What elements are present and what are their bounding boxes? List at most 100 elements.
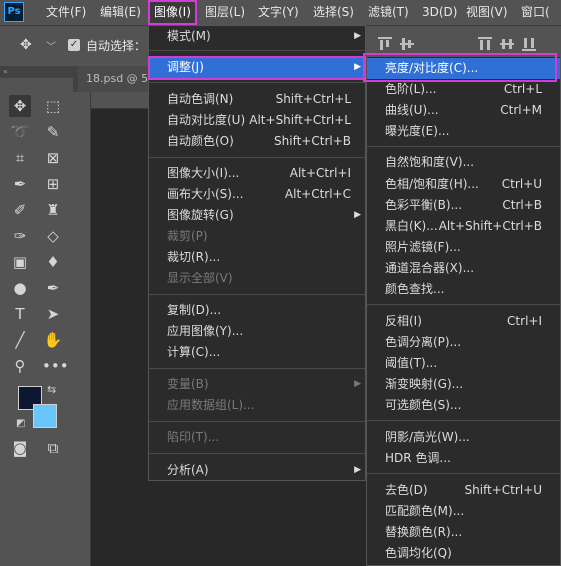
dodge-tool-icon[interactable]: ● — [9, 277, 31, 299]
menu-item-crop: 裁剪(P) — [167, 229, 208, 243]
menu-layer[interactable]: 图层(L) — [205, 0, 245, 25]
image-menu-dropdown: 模式(M) ▶ 调整(J) ▶ 自动色调(N) Shift+Ctrl+L 自动对比度(… — [148, 25, 366, 481]
align-vertical-center-icon[interactable] — [400, 37, 414, 51]
menu-select[interactable]: 选择(S) — [313, 0, 354, 25]
submenu-item-color-balance[interactable]: 色彩平衡(B)... Ctrl+B — [367, 195, 560, 216]
chevron-right-icon: ▶ — [354, 62, 361, 72]
menu-item-trap: 陷印(T)... — [167, 430, 220, 444]
path-selection-tool-icon[interactable]: ➤ — [42, 303, 64, 325]
menu-item-auto-color[interactable]: 自动颜色(O) Shift+Ctrl+B — [149, 131, 365, 152]
menu-filter[interactable]: 滤镜(T) — [368, 0, 409, 25]
history-brush-tool-icon[interactable]: ✑ — [9, 225, 31, 247]
more-tools-icon[interactable]: ••• — [42, 355, 69, 377]
submenu-item-color-lookup[interactable]: 颜色查找... — [367, 279, 560, 300]
menu-item-auto-tone[interactable]: 自动色调(N) Shift+Ctrl+L — [149, 89, 365, 110]
submenu-item-brightness-contrast[interactable]: 亮度/对比度(C)... — [367, 58, 560, 79]
submenu-item-desaturate[interactable]: 去色(D) Shift+Ctrl+U — [367, 480, 560, 501]
background-color-swatch[interactable] — [33, 404, 57, 428]
submenu-item-curves[interactable]: 曲线(U)... Ctrl+M — [367, 100, 560, 121]
menu-3d[interactable]: 3D(D) — [422, 0, 457, 25]
submenu-item-match-color[interactable]: 匹配颜色(M)... — [367, 501, 560, 522]
menu-separator — [149, 82, 365, 83]
align-top-icon[interactable] — [378, 37, 392, 51]
collapse-panel-icon[interactable]: « — [0, 66, 73, 78]
auto-select-label: 自动选择： — [86, 39, 147, 53]
submenu-item-black-white[interactable]: 黑白(K)... Alt+Shift+Ctrl+B — [367, 216, 560, 237]
crop-tool-icon[interactable]: ⌗ — [9, 147, 31, 169]
menu-item-image-size[interactable]: 图像大小(I)... Alt+Ctrl+I — [149, 163, 365, 184]
submenu-item-replace-color[interactable]: 替换颜色(R)... — [367, 522, 560, 543]
chevron-right-icon: ▶ — [354, 31, 361, 41]
submenu-item-selective-color[interactable]: 可选颜色(S)... — [367, 395, 560, 416]
menu-separator — [149, 157, 365, 158]
menu-type[interactable]: 文字(Y) — [258, 0, 299, 25]
submenu-item-vibrance[interactable]: 自然饱和度(V)... — [367, 152, 560, 173]
menu-edit[interactable]: 编辑(E) — [100, 0, 141, 25]
quick-selection-tool-icon[interactable]: ✎ — [42, 121, 64, 143]
menu-item-calculations[interactable]: 计算(C)... — [149, 342, 365, 363]
menu-separator — [367, 304, 560, 305]
menu-separator — [149, 294, 365, 295]
submenu-item-levels[interactable]: 色阶(L)... Ctrl+L — [367, 79, 560, 100]
menu-item-mode[interactable]: 模式(M) ▶ — [149, 26, 365, 47]
menu-item-duplicate[interactable]: 复制(D)... — [149, 300, 365, 321]
screen-mode-icon[interactable]: ⧉ — [42, 437, 64, 459]
frame-tool-icon[interactable]: ⊠ — [42, 147, 64, 169]
submenu-item-exposure[interactable]: 曝光度(E)... — [367, 121, 560, 142]
move-tool-icon[interactable]: ✥ — [9, 95, 31, 117]
distribute-bottom-icon[interactable] — [522, 37, 536, 51]
hand-tool-icon[interactable]: ✋ — [42, 329, 64, 351]
line-tool-icon[interactable]: ╱ — [9, 329, 31, 351]
quick-mask-icon[interactable]: ◙ — [9, 437, 31, 459]
chevron-right-icon: ▶ — [354, 465, 361, 475]
menu-item-apply-image[interactable]: 应用图像(Y)... — [149, 321, 365, 342]
submenu-item-posterize[interactable]: 色调分离(P)... — [367, 332, 560, 353]
eyedropper-tool-icon[interactable]: ✒ — [9, 173, 31, 195]
lasso-tool-icon[interactable]: ➰ — [9, 121, 31, 143]
chevron-right-icon: ▶ — [354, 210, 361, 220]
menu-item-canvas-size[interactable]: 画布大小(S)... Alt+Ctrl+C — [149, 184, 365, 205]
auto-select-checkbox[interactable]: ✓ — [68, 39, 80, 51]
menu-view[interactable]: 视图(V) — [466, 0, 508, 25]
adjust-submenu: 亮度/对比度(C)... 色阶(L)... Ctrl+L 曲线(U)... Ctrl… — [366, 56, 561, 566]
move-tool-preset-icon[interactable]: ✥ — [20, 37, 32, 53]
type-tool-icon[interactable]: T — [9, 303, 31, 325]
default-colors-icon[interactable]: ◩ — [16, 418, 25, 429]
menu-item-auto-contrast[interactable]: 自动对比度(U) Alt+Shift+Ctrl+L — [149, 110, 365, 131]
pen-tool-icon[interactable]: ✒ — [42, 277, 64, 299]
menu-item-analysis[interactable]: 分析(A) ▶ — [149, 460, 365, 481]
document-tab[interactable]: 18.psd @ 5 — [78, 66, 150, 92]
distribute-top-icon[interactable] — [478, 37, 492, 51]
distribute-center-icon[interactable] — [500, 37, 514, 51]
eraser-tool-icon[interactable]: ◇ — [42, 225, 64, 247]
gradient-tool-icon[interactable]: ▣ — [9, 251, 31, 273]
menu-item-variables: 变量(B) ▶ — [149, 374, 365, 395]
zoom-tool-icon[interactable]: ⚲ — [9, 355, 31, 377]
menu-item-image-rotation[interactable]: 图像旋转(G) ▶ — [149, 205, 365, 226]
menu-separator — [149, 421, 365, 422]
spot-healing-tool-icon[interactable]: ⊞ — [42, 173, 64, 195]
menu-image[interactable]: 图像(I) — [148, 0, 197, 25]
menu-item-adjust[interactable]: 调整(J) ▶ — [149, 57, 365, 78]
submenu-item-gradient-map[interactable]: 渐变映射(G)... — [367, 374, 560, 395]
chevron-down-icon[interactable]: ﹀ — [46, 38, 56, 53]
clone-stamp-tool-icon[interactable]: ♜ — [42, 199, 64, 221]
marquee-tool-icon[interactable]: ⬚ — [42, 95, 64, 117]
brush-tool-icon[interactable]: ✐ — [9, 199, 31, 221]
menu-item-trim[interactable]: 裁切(R)... — [149, 247, 365, 268]
menu-separator — [367, 420, 560, 421]
menu-item-reveal-all: 显示全部(V) — [167, 271, 233, 285]
submenu-item-channel-mixer[interactable]: 通道混合器(X)... — [367, 258, 560, 279]
submenu-item-hdr-toning[interactable]: HDR 色调... — [367, 448, 560, 469]
menu-window[interactable]: 窗口( — [521, 0, 550, 25]
submenu-item-shadows-highlights[interactable]: 阴影/高光(W)... — [367, 427, 560, 448]
menu-file[interactable]: 文件(F) — [46, 0, 86, 25]
menu-separator — [367, 473, 560, 474]
blur-tool-icon[interactable]: ♦ — [42, 251, 64, 273]
submenu-item-threshold[interactable]: 阈值(T)... — [367, 353, 560, 374]
submenu-item-equalize[interactable]: 色调均化(Q) — [367, 543, 560, 564]
submenu-item-hue-saturation[interactable]: 色相/饱和度(H)... Ctrl+U — [367, 174, 560, 195]
swap-colors-icon[interactable]: ⇆ — [47, 383, 56, 396]
submenu-item-photo-filter[interactable]: 照片滤镜(F)... — [367, 237, 560, 258]
submenu-item-invert[interactable]: 反相(I) Ctrl+I — [367, 311, 560, 332]
